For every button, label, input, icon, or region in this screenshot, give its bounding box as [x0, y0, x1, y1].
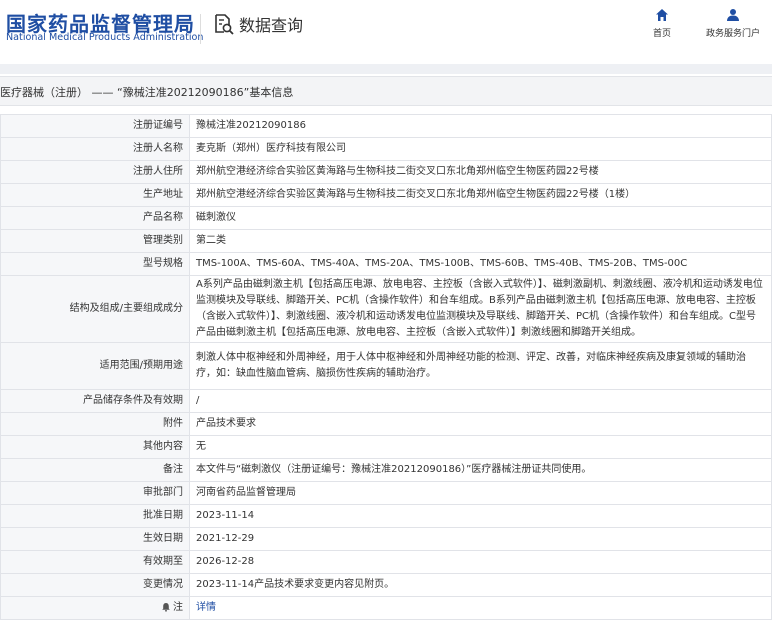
table-row: 注册人名称 麦克斯（郑州）医疗科技有限公司 [0, 137, 772, 161]
field-label: 生产地址 [0, 183, 190, 207]
field-value: 刺激人体中枢神经和外周神经，用于人体中枢神经和外周神经功能的检测、评定、改善，对… [189, 342, 772, 390]
site-header: 国家药品监督管理局 National Medical Products Admi… [0, 0, 772, 64]
home-icon [656, 9, 668, 21]
field-label: 审批部门 [0, 481, 190, 505]
field-value: 本文件与“磁刺激仪（注册证编号：豫械注准20212090186）”医疗器械注册证… [189, 458, 772, 482]
field-label: 产品储存条件及有效期 [0, 389, 190, 413]
bell-icon [162, 603, 170, 612]
field-value: TMS-100A、TMS-60A、TMS-40A、TMS-20A、TMS-100… [189, 252, 772, 276]
page-title-bar: 医疗器械（注册） —— “豫械注准20212090186”基本信息 [0, 76, 772, 106]
note-label: 注 [173, 602, 183, 613]
data-search-icon [215, 14, 234, 35]
header-divider [200, 14, 201, 44]
field-label: 管理类别 [0, 229, 190, 253]
table-row: 有效期至 2026-12-28 [0, 550, 772, 574]
table-row: 结构及组成/主要组成成分 A系列产品由磁刺激主机【包括高压电源、放电电容、主控板（… [0, 275, 772, 343]
table-row: 注册证编号 豫械注准20212090186 [0, 114, 772, 138]
table-row: 产品名称 磁刺激仪 [0, 206, 772, 230]
nav-home[interactable]: 首页 [648, 8, 676, 39]
field-value: 郑州航空港经济综合实验区黄海路与生物科技二街交叉口东北角郑州临空生物医药园22号… [189, 183, 772, 207]
field-label: 适用范围/预期用途 [0, 342, 190, 390]
field-value: 豫械注准20212090186 [189, 114, 772, 138]
field-label: 产品名称 [0, 206, 190, 230]
field-value: 磁刺激仪 [189, 206, 772, 230]
table-row: 管理类别 第二类 [0, 229, 772, 253]
table-row-note: 注 详情 [0, 596, 772, 620]
field-value: A系列产品由磁刺激主机【包括高压电源、放电电容、主控板（含嵌入式软件）】、磁刺激… [189, 275, 772, 343]
field-value: 郑州航空港经济综合实验区黄海路与生物科技二街交叉口东北角郑州临空生物医药园22号… [189, 160, 772, 184]
field-value: 2023-11-14产品技术要求变更内容见附页。 [189, 573, 772, 597]
site-logo-subtitle: National Medical Products Administration [6, 32, 204, 43]
field-value: 麦克斯（郑州）医疗科技有限公司 [189, 137, 772, 161]
table-row: 备注 本文件与“磁刺激仪（注册证编号：豫械注准20212090186）”医疗器械注… [0, 458, 772, 482]
table-row: 产品储存条件及有效期 / [0, 389, 772, 413]
field-value: 2023-11-14 [189, 504, 772, 528]
field-label: 注册证编号 [0, 114, 190, 138]
field-value: 产品技术要求 [189, 412, 772, 436]
nav-services-portal[interactable]: 政务服务门户 [700, 8, 766, 39]
data-query-label: 数据查询 [239, 16, 304, 35]
details-link[interactable]: 详情 [196, 602, 216, 613]
table-row: 生效日期 2021-12-29 [0, 527, 772, 551]
header-strip [0, 64, 772, 74]
table-row: 其他内容无 [0, 435, 772, 459]
field-label: 变更情况 [0, 573, 190, 597]
table-row: 生产地址 郑州航空港经济综合实验区黄海路与生物科技二街交叉口东北角郑州临空生物医药… [0, 183, 772, 207]
field-label: 结构及组成/主要组成成分 [0, 275, 190, 343]
table-row: 附件 产品技术要求 [0, 412, 772, 436]
field-label: 注册人名称 [0, 137, 190, 161]
field-label: 型号规格 [0, 252, 190, 276]
field-label: 生效日期 [0, 527, 190, 551]
data-query-link[interactable]: 数据查询 [213, 12, 303, 36]
note-label-cell: 注 [0, 596, 190, 620]
field-value: 2021-12-29 [189, 527, 772, 551]
nav-home-label: 首页 [652, 29, 671, 39]
field-label: 注册人住所 [0, 160, 190, 184]
detail-table: 注册证编号 豫械注准20212090186 注册人名称 麦克斯（郑州）医疗科技有限公司… [0, 114, 772, 620]
field-label: 有效期至 [0, 550, 190, 574]
field-value: 2026-12-28 [189, 550, 772, 574]
nav-services-label: 政务服务门户 [705, 29, 760, 39]
table-row: 变更情况 2023-11-14产品技术要求变更内容见附页。 [0, 573, 772, 597]
table-row: 注册人住所 郑州航空港经济综合实验区黄海路与生物科技二街交叉口东北角郑州临空生物医… [0, 160, 772, 184]
user-icon [727, 9, 739, 21]
field-label: 批准日期 [0, 504, 190, 528]
note-value-cell: 详情 [189, 596, 772, 620]
field-label: 附件 [0, 412, 190, 436]
field-label: 备注 [0, 458, 190, 482]
field-label: 其他内容 [0, 435, 190, 459]
table-row: 型号规格 TMS-100A、TMS-60A、TMS-40A、TMS-20A、TMS… [0, 252, 772, 276]
table-row: 适用范围/预期用途 刺激人体中枢神经和外周神经，用于人体中枢神经和外周神经功能的检… [0, 342, 772, 390]
field-value: 第二类 [189, 229, 772, 253]
field-value: / [189, 389, 772, 413]
page-title: 医疗器械（注册） —— “豫械注准20212090186”基本信息 [0, 86, 294, 99]
table-row: 批准日期 2023-11-14 [0, 504, 772, 528]
table-row: 审批部门 河南省药品监督管理局 [0, 481, 772, 505]
field-value: 河南省药品监督管理局 [189, 481, 772, 505]
field-value: 无 [189, 435, 772, 459]
